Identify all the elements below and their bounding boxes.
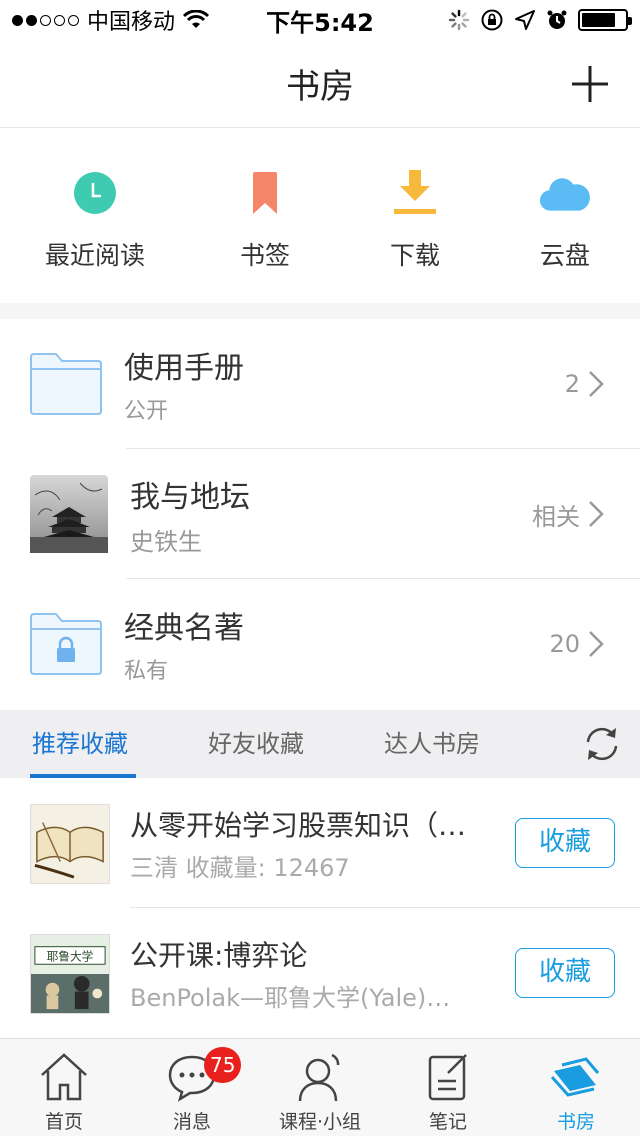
- shelf-name: 我与地坛: [130, 479, 250, 515]
- tabbar-home[interactable]: 首页: [0, 1039, 128, 1136]
- recommend-title: 从零开始学习股票知识（…: [130, 809, 467, 842]
- add-icon[interactable]: [568, 62, 612, 106]
- shelf-name: 经典名著: [124, 611, 244, 646]
- collect-button[interactable]: 收藏: [515, 818, 615, 868]
- unread-badge: 75: [204, 1047, 242, 1083]
- bottom-tab-bar: 首页 消息 75 课程·小组 笔记 书房: [0, 1038, 640, 1136]
- tabbar-label: 书房: [556, 1111, 595, 1133]
- person-icon: [298, 1053, 340, 1102]
- quick-label: 书签: [239, 241, 290, 270]
- shelf-count: 20: [549, 630, 580, 658]
- folder-icon: [30, 353, 102, 415]
- nav-header: 书房: [0, 40, 640, 128]
- tabbar-label: 首页: [44, 1111, 83, 1133]
- alarm-icon: [547, 10, 567, 29]
- book-cover-yale-course: 耶鲁大学: [30, 934, 110, 1014]
- shelf-sub: 史铁生: [130, 527, 202, 556]
- quick-label: 云盘: [539, 241, 590, 270]
- cover-title-text: 耶鲁大学: [47, 949, 94, 963]
- wifi-icon: [183, 10, 210, 28]
- tabbar-label: 笔记: [428, 1111, 467, 1133]
- rotation-lock-icon: [481, 9, 503, 31]
- bookshelf-icon: [550, 1057, 600, 1097]
- status-bar: 中国移动 下午5:42: [0, 0, 640, 40]
- download-icon: [394, 170, 436, 214]
- recommend-item[interactable]: 从零开始学习股票知识（… 三清 收藏量: 12467 收藏: [0, 778, 640, 908]
- cloud-icon: [540, 178, 590, 211]
- locked-folder-icon: [30, 613, 102, 675]
- quick-label: 最近阅读: [44, 241, 145, 270]
- quick-cloud[interactable]: 云盘: [490, 128, 640, 303]
- section-divider: [0, 303, 640, 319]
- chevron-right-icon: [589, 371, 604, 397]
- bookmark-icon: [253, 172, 277, 214]
- tab-friends[interactable]: 好友收藏: [208, 710, 304, 778]
- recommend-title: 公开课:博弈论: [130, 939, 308, 972]
- shelf-related: 相关: [532, 502, 580, 531]
- quick-download[interactable]: 下载: [340, 128, 490, 303]
- refresh-icon[interactable]: [582, 724, 622, 764]
- home-icon: [41, 1053, 87, 1101]
- chevron-right-icon: [589, 631, 604, 657]
- quick-label: 下载: [389, 241, 440, 270]
- shelf-sub: 公开: [124, 399, 169, 424]
- tab-recommended[interactable]: 推荐收藏: [32, 710, 128, 778]
- page-title: 书房: [286, 67, 354, 107]
- battery-icon: [578, 9, 632, 31]
- recommend-item[interactable]: 耶鲁大学 公开课:博弈论 BenPolak—耶鲁大学(Yale)… 收藏: [0, 908, 640, 1038]
- shelf-item-classics[interactable]: 经典名著 私有 20: [0, 579, 640, 709]
- tabbar-messages[interactable]: 消息 75: [128, 1039, 256, 1136]
- quick-bookmarks[interactable]: 书签: [190, 128, 340, 303]
- tabbar-bookshelf[interactable]: 书房: [512, 1039, 640, 1136]
- shelf-item-book[interactable]: 我与地坛 史铁生 相关: [0, 449, 640, 579]
- signal-icon: [12, 14, 79, 26]
- recommend-desc: BenPolak—耶鲁大学(Yale)…: [130, 984, 451, 1012]
- recommend-tabs: 推荐收藏 好友收藏 达人书房: [0, 710, 640, 778]
- tabbar-label: 课程·小组: [278, 1111, 362, 1133]
- tab-experts[interactable]: 达人书房: [384, 710, 480, 778]
- note-icon: [428, 1054, 467, 1101]
- shelf-sub: 私有: [124, 659, 169, 684]
- location-arrow-icon: [515, 10, 535, 30]
- collect-button[interactable]: 收藏: [515, 948, 615, 998]
- quick-recent-reading[interactable]: 最近阅读: [0, 128, 190, 303]
- tabbar-label: 消息: [172, 1111, 211, 1133]
- recommend-desc: 三清 收藏量: 12467: [130, 854, 350, 882]
- shelf-count: 2: [564, 370, 580, 398]
- book-cover-open-book: [30, 804, 110, 884]
- tabbar-notes[interactable]: 笔记: [384, 1039, 512, 1136]
- tabbar-courses[interactable]: 课程·小组: [256, 1039, 384, 1136]
- chevron-right-icon: [589, 501, 604, 527]
- carrier-name: 中国移动: [87, 10, 176, 35]
- shelf-name: 使用手册: [124, 351, 244, 386]
- quick-actions: 最近阅读 书签 下载 云盘: [0, 128, 640, 303]
- shelf-item-manual[interactable]: 使用手册 公开 2: [0, 319, 640, 449]
- loading-spinner-icon: [448, 9, 470, 31]
- book-cover-temple: [30, 475, 108, 553]
- clock-icon: [74, 172, 116, 214]
